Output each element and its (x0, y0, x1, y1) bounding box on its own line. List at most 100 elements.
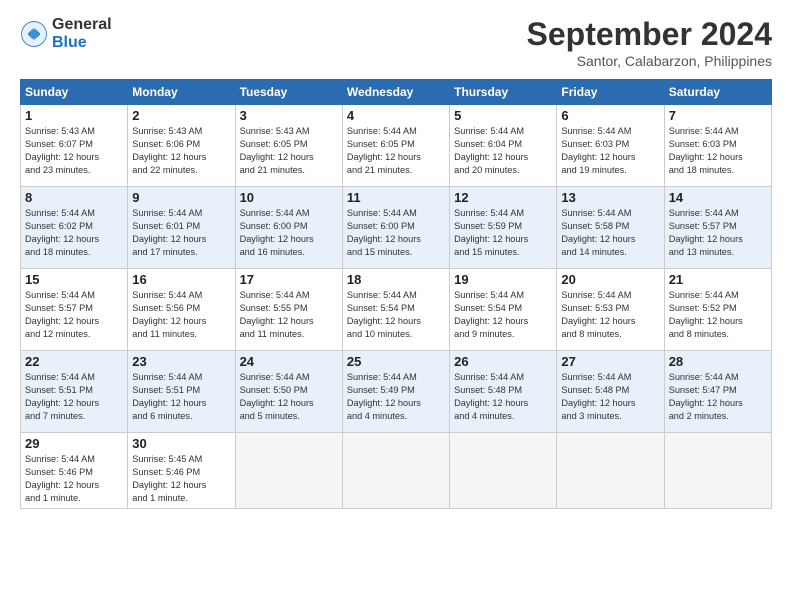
day-cell (450, 433, 557, 509)
day-cell: 10 Sunrise: 5:44 AM Sunset: 6:00 PM Dayl… (235, 187, 342, 269)
day-number: 13 (561, 190, 659, 205)
day-number: 20 (561, 272, 659, 287)
week-row-3: 15 Sunrise: 5:44 AM Sunset: 5:57 PM Dayl… (21, 269, 772, 351)
day-cell: 9 Sunrise: 5:44 AM Sunset: 6:01 PM Dayli… (128, 187, 235, 269)
day-cell: 18 Sunrise: 5:44 AM Sunset: 5:54 PM Dayl… (342, 269, 449, 351)
day-cell (664, 433, 771, 509)
day-info: Sunrise: 5:43 AM Sunset: 6:05 PM Dayligh… (240, 125, 338, 177)
day-cell: 16 Sunrise: 5:44 AM Sunset: 5:56 PM Dayl… (128, 269, 235, 351)
day-info: Sunrise: 5:44 AM Sunset: 5:59 PM Dayligh… (454, 207, 552, 259)
col-thursday: Thursday (450, 80, 557, 105)
day-info: Sunrise: 5:44 AM Sunset: 5:57 PM Dayligh… (669, 207, 767, 259)
day-number: 4 (347, 108, 445, 123)
day-info: Sunrise: 5:44 AM Sunset: 6:00 PM Dayligh… (347, 207, 445, 259)
day-cell: 20 Sunrise: 5:44 AM Sunset: 5:53 PM Dayl… (557, 269, 664, 351)
day-info: Sunrise: 5:44 AM Sunset: 6:02 PM Dayligh… (25, 207, 123, 259)
day-cell: 8 Sunrise: 5:44 AM Sunset: 6:02 PM Dayli… (21, 187, 128, 269)
day-info: Sunrise: 5:43 AM Sunset: 6:06 PM Dayligh… (132, 125, 230, 177)
col-sunday: Sunday (21, 80, 128, 105)
day-info: Sunrise: 5:43 AM Sunset: 6:07 PM Dayligh… (25, 125, 123, 177)
day-number: 11 (347, 190, 445, 205)
day-info: Sunrise: 5:44 AM Sunset: 5:48 PM Dayligh… (561, 371, 659, 423)
day-number: 9 (132, 190, 230, 205)
day-cell: 4 Sunrise: 5:44 AM Sunset: 6:05 PM Dayli… (342, 105, 449, 187)
day-cell: 28 Sunrise: 5:44 AM Sunset: 5:47 PM Dayl… (664, 351, 771, 433)
day-number: 8 (25, 190, 123, 205)
day-info: Sunrise: 5:44 AM Sunset: 6:05 PM Dayligh… (347, 125, 445, 177)
calendar-subtitle: Santor, Calabarzon, Philippines (527, 53, 772, 69)
day-number: 2 (132, 108, 230, 123)
day-info: Sunrise: 5:44 AM Sunset: 6:04 PM Dayligh… (454, 125, 552, 177)
day-cell: 22 Sunrise: 5:44 AM Sunset: 5:51 PM Dayl… (21, 351, 128, 433)
day-cell (557, 433, 664, 509)
day-number: 24 (240, 354, 338, 369)
day-number: 16 (132, 272, 230, 287)
day-info: Sunrise: 5:44 AM Sunset: 5:55 PM Dayligh… (240, 289, 338, 341)
day-number: 27 (561, 354, 659, 369)
day-number: 17 (240, 272, 338, 287)
day-number: 23 (132, 354, 230, 369)
day-number: 15 (25, 272, 123, 287)
day-info: Sunrise: 5:44 AM Sunset: 6:00 PM Dayligh… (240, 207, 338, 259)
day-cell: 11 Sunrise: 5:44 AM Sunset: 6:00 PM Dayl… (342, 187, 449, 269)
day-cell: 12 Sunrise: 5:44 AM Sunset: 5:59 PM Dayl… (450, 187, 557, 269)
day-info: Sunrise: 5:44 AM Sunset: 5:56 PM Dayligh… (132, 289, 230, 341)
day-cell: 13 Sunrise: 5:44 AM Sunset: 5:58 PM Dayl… (557, 187, 664, 269)
day-cell: 6 Sunrise: 5:44 AM Sunset: 6:03 PM Dayli… (557, 105, 664, 187)
day-cell: 21 Sunrise: 5:44 AM Sunset: 5:52 PM Dayl… (664, 269, 771, 351)
day-info: Sunrise: 5:44 AM Sunset: 6:01 PM Dayligh… (132, 207, 230, 259)
day-number: 19 (454, 272, 552, 287)
day-info: Sunrise: 5:44 AM Sunset: 5:51 PM Dayligh… (25, 371, 123, 423)
day-cell: 7 Sunrise: 5:44 AM Sunset: 6:03 PM Dayli… (664, 105, 771, 187)
col-friday: Friday (557, 80, 664, 105)
day-cell: 25 Sunrise: 5:44 AM Sunset: 5:49 PM Dayl… (342, 351, 449, 433)
day-cell: 5 Sunrise: 5:44 AM Sunset: 6:04 PM Dayli… (450, 105, 557, 187)
day-number: 14 (669, 190, 767, 205)
day-number: 18 (347, 272, 445, 287)
day-cell: 17 Sunrise: 5:44 AM Sunset: 5:55 PM Dayl… (235, 269, 342, 351)
day-info: Sunrise: 5:45 AM Sunset: 5:46 PM Dayligh… (132, 453, 230, 505)
day-cell (235, 433, 342, 509)
calendar-table: Sunday Monday Tuesday Wednesday Thursday… (20, 79, 772, 509)
day-number: 7 (669, 108, 767, 123)
day-number: 25 (347, 354, 445, 369)
col-monday: Monday (128, 80, 235, 105)
week-row-5: 29 Sunrise: 5:44 AM Sunset: 5:46 PM Dayl… (21, 433, 772, 509)
week-row-1: 1 Sunrise: 5:43 AM Sunset: 6:07 PM Dayli… (21, 105, 772, 187)
col-wednesday: Wednesday (342, 80, 449, 105)
day-cell (342, 433, 449, 509)
day-number: 10 (240, 190, 338, 205)
day-number: 30 (132, 436, 230, 451)
week-row-4: 22 Sunrise: 5:44 AM Sunset: 5:51 PM Dayl… (21, 351, 772, 433)
day-cell: 29 Sunrise: 5:44 AM Sunset: 5:46 PM Dayl… (21, 433, 128, 509)
calendar-title: September 2024 (527, 16, 772, 53)
col-tuesday: Tuesday (235, 80, 342, 105)
page: General Blue September 2024 Santor, Cala… (0, 0, 792, 612)
week-row-2: 8 Sunrise: 5:44 AM Sunset: 6:02 PM Dayli… (21, 187, 772, 269)
day-cell: 27 Sunrise: 5:44 AM Sunset: 5:48 PM Dayl… (557, 351, 664, 433)
day-cell: 19 Sunrise: 5:44 AM Sunset: 5:54 PM Dayl… (450, 269, 557, 351)
day-info: Sunrise: 5:44 AM Sunset: 6:03 PM Dayligh… (561, 125, 659, 177)
day-info: Sunrise: 5:44 AM Sunset: 6:03 PM Dayligh… (669, 125, 767, 177)
logo-text: General Blue (52, 16, 112, 51)
header: General Blue September 2024 Santor, Cala… (20, 16, 772, 69)
day-cell: 30 Sunrise: 5:45 AM Sunset: 5:46 PM Dayl… (128, 433, 235, 509)
day-cell: 23 Sunrise: 5:44 AM Sunset: 5:51 PM Dayl… (128, 351, 235, 433)
day-info: Sunrise: 5:44 AM Sunset: 5:54 PM Dayligh… (454, 289, 552, 341)
day-number: 5 (454, 108, 552, 123)
day-info: Sunrise: 5:44 AM Sunset: 5:52 PM Dayligh… (669, 289, 767, 341)
logo-icon (20, 20, 48, 48)
day-info: Sunrise: 5:44 AM Sunset: 5:46 PM Dayligh… (25, 453, 123, 505)
day-number: 21 (669, 272, 767, 287)
logo-blue-text: Blue (52, 34, 112, 52)
day-info: Sunrise: 5:44 AM Sunset: 5:49 PM Dayligh… (347, 371, 445, 423)
logo-general-text: General (52, 16, 112, 34)
day-cell: 14 Sunrise: 5:44 AM Sunset: 5:57 PM Dayl… (664, 187, 771, 269)
day-number: 12 (454, 190, 552, 205)
day-cell: 15 Sunrise: 5:44 AM Sunset: 5:57 PM Dayl… (21, 269, 128, 351)
day-cell: 2 Sunrise: 5:43 AM Sunset: 6:06 PM Dayli… (128, 105, 235, 187)
day-info: Sunrise: 5:44 AM Sunset: 5:50 PM Dayligh… (240, 371, 338, 423)
day-info: Sunrise: 5:44 AM Sunset: 5:47 PM Dayligh… (669, 371, 767, 423)
day-cell: 24 Sunrise: 5:44 AM Sunset: 5:50 PM Dayl… (235, 351, 342, 433)
day-info: Sunrise: 5:44 AM Sunset: 5:57 PM Dayligh… (25, 289, 123, 341)
